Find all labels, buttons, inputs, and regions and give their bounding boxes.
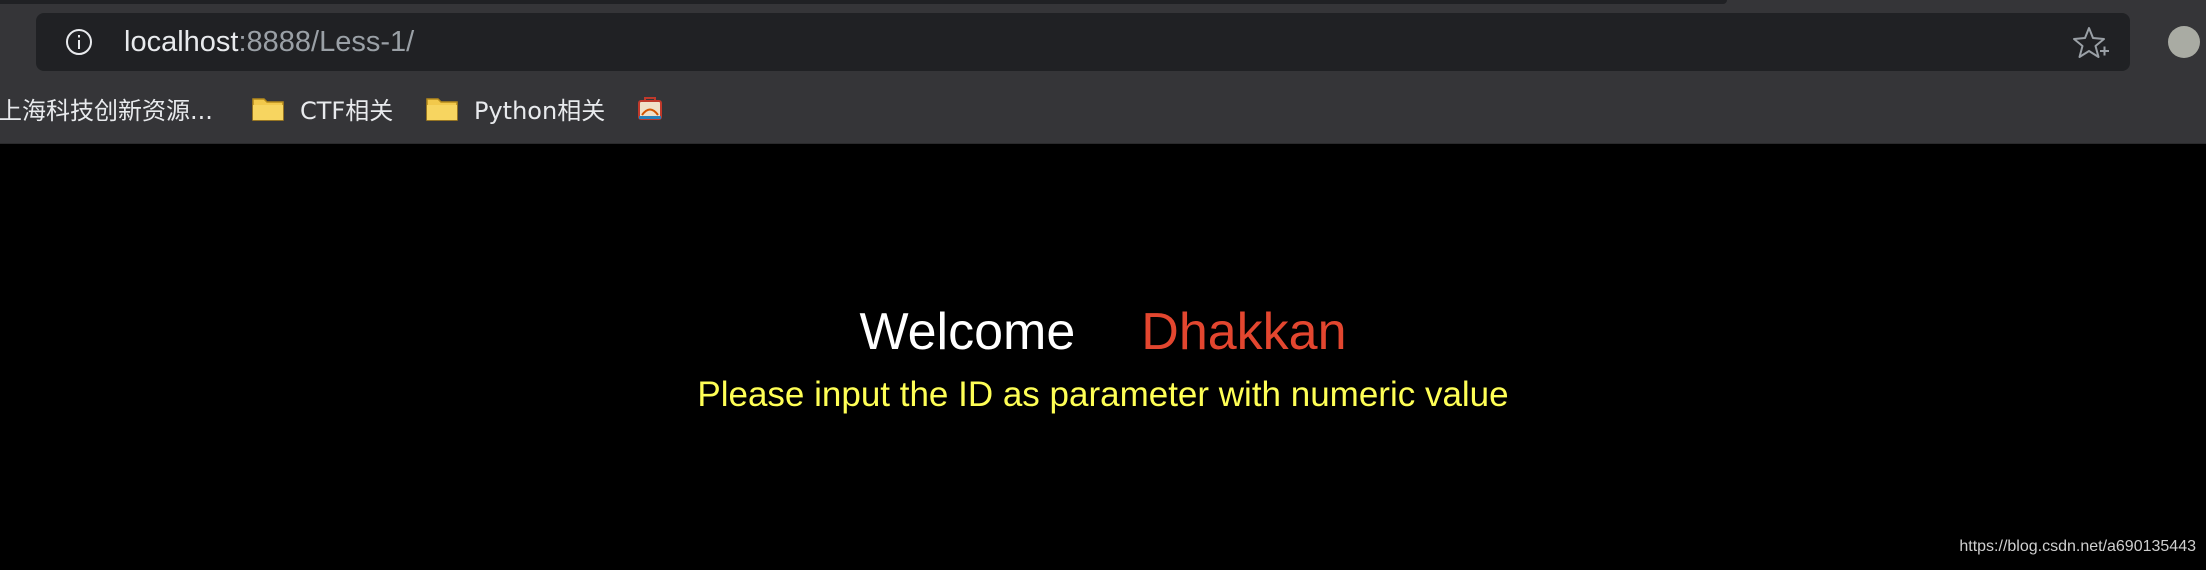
folder-icon (426, 98, 458, 121)
bookmark-star-icon[interactable] (2072, 24, 2110, 62)
bookmark-favicon-icon (638, 97, 662, 120)
bookmarks-bar: 上海科技创新资源... CTF相关 Python相关 (0, 88, 2206, 128)
welcome-word: Welcome (859, 303, 1076, 361)
info-icon[interactable] (62, 25, 96, 59)
welcome-heading: Welcome Dhakkan (0, 302, 2206, 362)
instruction-text: Please input the ID as parameter with nu… (697, 375, 1509, 414)
bookmark-label: CTF相关 (300, 96, 394, 125)
bookmark-folder-ctf[interactable]: CTF相关 (252, 88, 393, 128)
bookmark-item-shanghai[interactable]: 上海科技创新资源... (0, 88, 213, 128)
profile-avatar[interactable] (2168, 26, 2200, 58)
page-content: Welcome Dhakkan Please input the ID as pa… (0, 144, 2206, 570)
bookmark-item-favicon[interactable] (636, 88, 664, 128)
url-path: :8888/Less-1/ (238, 26, 415, 58)
welcome-name: Dhakkan (1141, 303, 1347, 361)
bookmark-label: 上海科技创新资源... (0, 96, 213, 125)
watermark-text: https://blog.csdn.net/a690135443 (1959, 538, 2196, 555)
bookmark-label: Python相关 (474, 96, 606, 125)
bookmark-folder-python[interactable]: Python相关 (426, 88, 605, 128)
browser-toolbar: localhost:8888/Less-1/ 上海科技创新资源... CTF相关… (0, 0, 2206, 144)
url-host: localhost (124, 26, 239, 58)
url-text[interactable]: localhost:8888/Less-1/ (124, 22, 414, 62)
tab-strip-edge (0, 0, 1727, 4)
folder-icon (252, 98, 284, 121)
